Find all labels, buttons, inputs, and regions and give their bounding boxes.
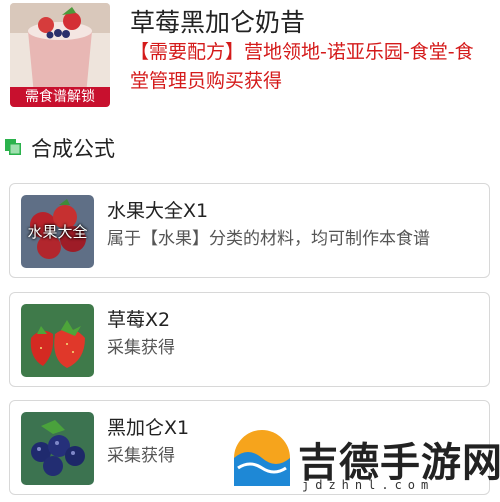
strawberry-icon (21, 304, 94, 377)
ingredient-name: 水果大全X1 (107, 200, 209, 222)
recipe-source: 【需要配方】营地领地-诺亚乐园-食堂-食堂管理员购买获得 (130, 41, 474, 92)
ingredient-desc: 采集获得 (107, 338, 175, 358)
watermark-url: jdzhnl.com (302, 478, 435, 492)
green-square-icon (5, 139, 21, 155)
wave-logo-icon (234, 430, 290, 486)
ingredient-desc: 采集获得 (107, 446, 175, 466)
recipe-unlock-banner: 需食谱解锁 (10, 87, 110, 107)
ingredient-card[interactable]: 草莓X2 采集获得 (9, 292, 490, 387)
recipe-image: 需食谱解锁 (10, 3, 110, 107)
blackcurrant-icon (21, 412, 94, 485)
ingredient-card[interactable]: 水果大全 水果大全X1 属于【水果】分类的材料，均可制作本食谱 (9, 183, 490, 278)
recipe-title: 草莓黑加仑奶昔 (130, 8, 306, 37)
ingredient-name: 草莓X2 (107, 309, 171, 331)
ingredient-image (21, 412, 94, 485)
ingredient-image (21, 304, 94, 377)
ingredient-desc: 属于【水果】分类的材料，均可制作本食谱 (107, 229, 430, 249)
section-title: 合成公式 (31, 137, 115, 161)
watermark: 吉德手游网 jdzhnl.com (232, 428, 500, 502)
ingredient-name: 黑加仑X1 (107, 417, 190, 439)
ingredient-thumb-label: 水果大全 (27, 223, 88, 241)
ingredient-image: 水果大全 (21, 195, 94, 268)
